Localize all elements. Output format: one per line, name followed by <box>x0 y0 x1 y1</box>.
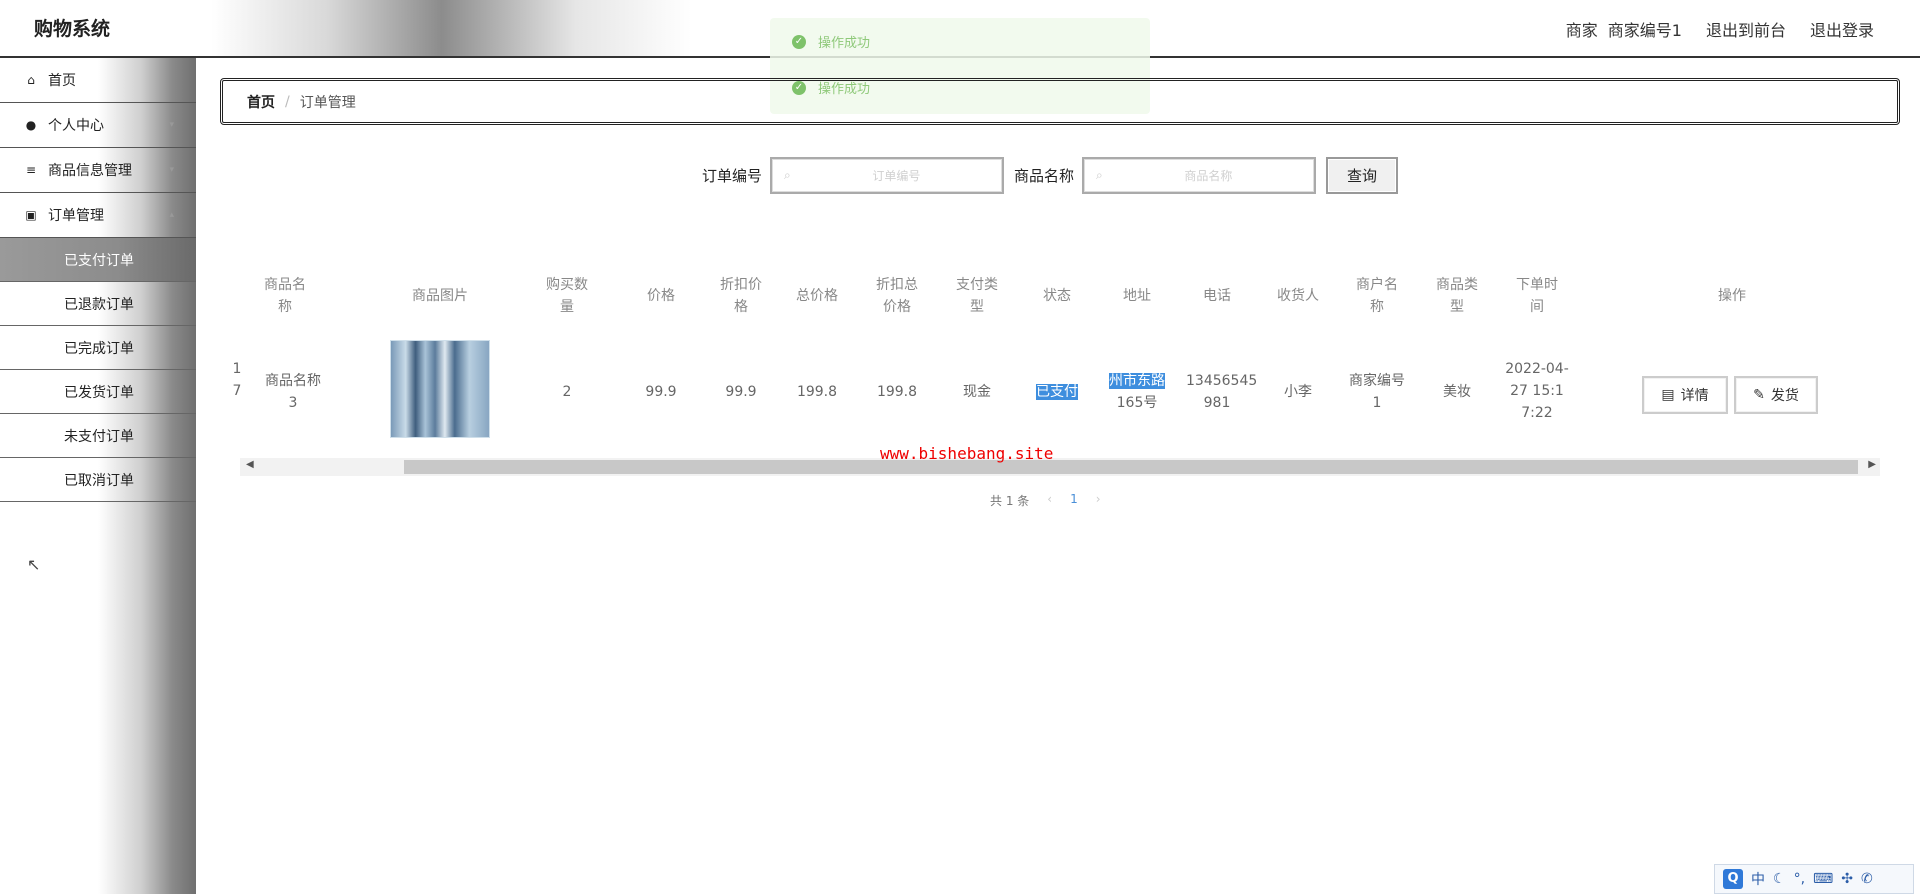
home-icon: ⌂ <box>27 73 35 87</box>
order-no-placeholder: 订单编号 <box>872 169 921 183</box>
page-number-button[interactable]: 1 <box>1070 492 1078 509</box>
sidebar-item-product-management[interactable]: ≡ 商品信息管理 ▾ <box>0 148 196 193</box>
breadcrumb-separator: / <box>285 93 290 110</box>
cell-discount-price: 99.9 <box>725 384 757 400</box>
user-name: 商家编号1 <box>1607 21 1682 40</box>
column-header: 商品名 称 <box>264 277 306 315</box>
query-button[interactable]: 查询 <box>1326 157 1399 194</box>
search-bar: 订单编号 ⌕ 订单编号 商品名称 ⌕ 商品名称 查询 <box>702 157 1399 194</box>
product-image <box>390 340 490 438</box>
cell-pay-type: 现金 <box>963 384 991 400</box>
search-icon: ⌕ <box>784 168 791 182</box>
check-circle-icon: ✓ <box>792 34 806 49</box>
chevron-down-icon: ▾ <box>169 165 174 175</box>
column-header: 商品类 型 <box>1436 277 1478 315</box>
clipboard-icon: ▣ <box>25 208 37 222</box>
cell-total: 199.8 <box>796 384 838 400</box>
chevron-down-icon: ▾ <box>169 120 174 130</box>
column-header: 下单时 间 <box>1516 277 1558 315</box>
header-user-area: 商家 商家编号1 退出到前台 退出登录 <box>1556 17 1874 41</box>
cell-receiver: 小李 <box>1284 384 1312 400</box>
column-header: 商品图片 <box>412 288 468 304</box>
column-header: 状态 <box>1043 288 1071 304</box>
punctuation-icon[interactable]: °, <box>1794 871 1805 887</box>
table-horizontal-scrollbar[interactable]: ◀ ▶ <box>240 458 1880 476</box>
pagination-total: 共 1 条 <box>990 494 1030 508</box>
column-header: 折扣总 价格 <box>876 277 918 315</box>
toast-message: ✓ 操作成功 <box>792 32 870 51</box>
app-title: 购物系统 <box>34 18 111 40</box>
moon-icon[interactable]: ☾ <box>1773 871 1786 887</box>
cell-product-name: 商品名称 3 <box>265 373 321 411</box>
column-header: 支付类 型 <box>956 277 998 315</box>
order-no-input[interactable]: ⌕ 订单编号 <box>770 157 1005 194</box>
cell-order-time: 2022-04- 27 15:1 7:22 <box>1505 361 1569 421</box>
cell-quantity: 2 <box>562 384 572 400</box>
document-icon: ▤ <box>1661 387 1675 403</box>
pagination: 共 1 条 ‹ 1 › <box>990 492 1101 509</box>
cell-merchant: 商家编号 1 <box>1349 373 1405 411</box>
product-name-input[interactable]: ⌕ 商品名称 <box>1082 157 1317 194</box>
order-no-label: 订单编号 <box>702 167 763 185</box>
column-header: 总价格 <box>796 288 838 304</box>
exit-to-front-link[interactable]: 退出到前台 <box>1706 17 1786 41</box>
sidebar-subitem-completed-orders[interactable]: 已完成订单 <box>0 326 196 370</box>
ship-button[interactable]: ✎ 发货 <box>1734 376 1818 414</box>
cell-discount-total: 199.8 <box>876 384 918 400</box>
ime-toolbar[interactable]: Q 中 ☾ °, ⌨ ✣ ✆ <box>1714 864 1914 894</box>
cell-category: 美妆 <box>1443 384 1471 400</box>
product-name-label: 商品名称 <box>1014 167 1075 185</box>
column-header: 收货人 <box>1277 288 1319 304</box>
column-header: 价格 <box>647 288 675 304</box>
column-header: 折扣价 格 <box>720 277 762 315</box>
row-index: 1 7 <box>232 361 242 399</box>
chevron-up-icon: ▴ <box>169 210 174 220</box>
sidebar-subitem-cancelled-orders[interactable]: 已取消订单 <box>0 458 196 502</box>
sidebar-item-profile[interactable]: ● 个人中心 ▾ <box>0 103 196 148</box>
mouse-cursor-icon: ↖ <box>27 555 41 574</box>
keyboard-icon[interactable]: ⌨ <box>1813 871 1833 887</box>
cell-phone: 13456545 981 <box>1186 373 1258 411</box>
column-header: 地址 <box>1123 288 1151 304</box>
logout-link[interactable]: 退出登录 <box>1810 17 1874 41</box>
sidebar: ⌂ 首页 ● 个人中心 ▾ ≡ 商品信息管理 ▾ ▣ 订单管理 ▴ 已支付订单 … <box>0 58 196 894</box>
next-page-button[interactable]: › <box>1096 492 1101 509</box>
fullwidth-icon[interactable]: ✣ <box>1841 871 1853 887</box>
detail-button[interactable]: ▤ 详情 <box>1642 376 1728 414</box>
sidebar-subitem-unpaid-orders[interactable]: 未支付订单 <box>0 414 196 458</box>
cell-status: 已支付 <box>1036 384 1078 400</box>
ime-logo-icon: Q <box>1723 869 1743 889</box>
edit-icon: ✎ <box>1753 387 1765 403</box>
search-icon: ⌕ <box>1096 168 1103 182</box>
cell-address: 州市东路 165号 <box>1109 373 1165 411</box>
sidebar-subitem-shipped-orders[interactable]: 已发货订单 <box>0 370 196 414</box>
ime-mode[interactable]: 中 <box>1751 869 1765 889</box>
breadcrumb-home[interactable]: 首页 <box>247 92 275 112</box>
breadcrumb-current: 订单管理 <box>299 94 356 111</box>
scroll-left-arrow-icon[interactable]: ◀ <box>246 459 254 470</box>
column-header: 电话 <box>1203 288 1231 304</box>
breadcrumb: 首页 / 订单管理 <box>220 78 1900 125</box>
user-icon: ● <box>25 118 37 132</box>
sidebar-item-order-management[interactable]: ▣ 订单管理 ▴ <box>0 193 196 238</box>
cell-price: 99.9 <box>645 384 677 400</box>
product-name-placeholder: 商品名称 <box>1184 169 1233 183</box>
scroll-right-arrow-icon[interactable]: ▶ <box>1868 459 1876 470</box>
watermark-text: www.bishebang.site <box>880 444 1054 463</box>
list-icon: ≡ <box>25 163 37 177</box>
prev-page-button[interactable]: ‹ <box>1047 492 1052 509</box>
column-header: 商户名 称 <box>1356 277 1398 315</box>
sidebar-subitem-refunded-orders[interactable]: 已退款订单 <box>0 282 196 326</box>
role-label: 商家 <box>1565 21 1598 40</box>
column-header: 购买数 量 <box>546 277 588 315</box>
settings-wrench-icon[interactable]: ✆ <box>1861 871 1873 887</box>
sidebar-subitem-paid-orders[interactable]: 已支付订单 <box>0 238 196 282</box>
scrollbar-thumb[interactable] <box>404 460 1858 474</box>
column-header: 操作 <box>1718 288 1746 304</box>
sidebar-item-home[interactable]: ⌂ 首页 <box>0 58 196 103</box>
